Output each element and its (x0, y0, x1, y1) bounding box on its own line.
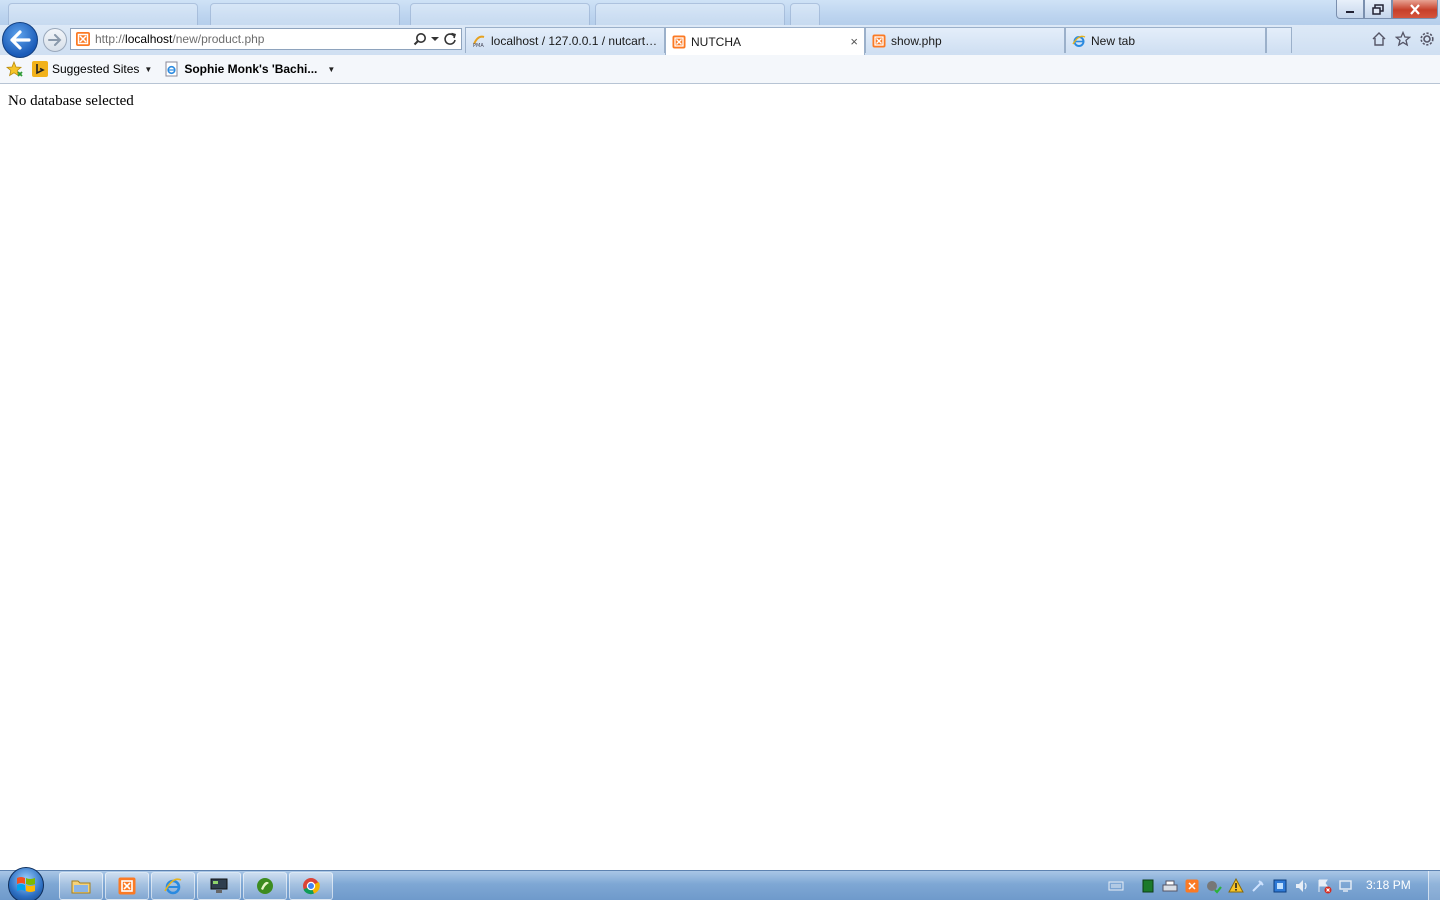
gear-icon[interactable] (1418, 30, 1436, 48)
favorite-sophie-monk[interactable]: Sophie Monk's 'Bachi... ▼ (164, 61, 335, 77)
new-tab-button[interactable] (1266, 27, 1292, 53)
monitor-icon (210, 878, 228, 893)
background-window-tab[interactable] (595, 3, 785, 25)
svg-text:PMA: PMA (473, 43, 484, 48)
xampp-icon (118, 877, 136, 895)
show-desktop-button[interactable] (1428, 871, 1440, 900)
taskbar-ie-button[interactable] (151, 872, 195, 900)
tab-label: New tab (1091, 33, 1136, 48)
xampp-icon (76, 32, 90, 46)
keyboard-icon[interactable] (1108, 878, 1124, 894)
background-window-tab[interactable] (410, 3, 590, 25)
taskbar-chrome-button[interactable] (289, 872, 333, 900)
network-icon[interactable] (1272, 878, 1288, 894)
taskbar-dreamweaver-button[interactable] (243, 872, 287, 900)
background-window-tab[interactable] (8, 3, 198, 25)
volume-icon[interactable] (1294, 878, 1310, 894)
xampp-tray-icon[interactable] (1184, 878, 1200, 894)
security-shield-icon[interactable] (1206, 878, 1222, 894)
close-tab-icon[interactable]: × (850, 34, 858, 49)
taskbar-clock[interactable]: 3:18 PM (1366, 878, 1411, 892)
tab-new-tab[interactable]: New tab (1065, 27, 1266, 53)
tab-label: show.php (891, 33, 942, 48)
tab-show-php[interactable]: show.php (865, 27, 1065, 53)
toolbar-right-icons (1370, 28, 1436, 50)
tab-label: localhost / 127.0.0.1 / nutcart /... (491, 33, 658, 48)
dropdown-arrow-icon[interactable] (431, 36, 439, 42)
action-center-icon[interactable] (1338, 878, 1354, 894)
close-icon (1410, 3, 1420, 15)
chevron-down-icon[interactable]: ▼ (144, 65, 152, 74)
favorites-star-icon[interactable] (1394, 30, 1412, 48)
phpmyadmin-icon: PMA (473, 35, 484, 48)
warning-icon[interactable] (1228, 878, 1244, 894)
favorites-bar: Suggested Sites ▼ Sophie Monk's 'Bachi..… (0, 55, 1440, 84)
restore-button[interactable] (1364, 0, 1392, 19)
printer-icon[interactable] (1162, 878, 1178, 894)
system-tray (1108, 875, 1354, 897)
background-window-tab[interactable] (210, 3, 400, 25)
error-message: No database selected (8, 93, 134, 109)
xampp-icon (672, 35, 686, 48)
taskbar-monitor-button[interactable] (197, 872, 241, 900)
arrow-right-icon (48, 34, 62, 46)
taskbar-explorer-button[interactable] (59, 872, 103, 900)
address-bar[interactable]: http://localhost/new/product.php (70, 28, 462, 50)
refresh-icon[interactable] (443, 32, 457, 46)
favorite-suggested-sites[interactable]: Suggested Sites ▼ (32, 61, 152, 77)
favorite-label: Sophie Monk's 'Bachi... (184, 62, 318, 76)
search-icon[interactable] (413, 32, 427, 46)
arrow-left-icon (10, 30, 31, 50)
add-favorite-icon[interactable] (6, 60, 24, 78)
address-tools (413, 32, 461, 46)
usb-icon[interactable] (1250, 878, 1266, 894)
favorite-label: Suggested Sites (52, 62, 140, 76)
xampp-icon (872, 34, 886, 47)
home-icon[interactable] (1370, 30, 1388, 48)
flag-error-icon[interactable] (1316, 878, 1332, 894)
url-text[interactable]: http://localhost/new/product.php (95, 32, 413, 46)
tab-phpmyadmin[interactable]: PMA localhost / 127.0.0.1 / nutcart /... (465, 27, 665, 53)
minimize-button[interactable] (1336, 0, 1364, 19)
restore-icon (1372, 3, 1384, 15)
windows-logo-icon (17, 877, 35, 892)
green-app-icon[interactable] (1140, 878, 1156, 894)
ie-page-icon (164, 61, 180, 77)
tab-label: NUTCHA (691, 34, 741, 49)
ie-icon (1072, 35, 1086, 47)
back-button[interactable] (2, 22, 38, 58)
close-window-button[interactable] (1392, 0, 1438, 19)
minimize-icon (1346, 11, 1354, 13)
bing-icon (32, 61, 48, 77)
page-content: No database selected (0, 85, 1440, 870)
folder-icon (71, 880, 91, 894)
ie-icon (164, 878, 182, 895)
window-title-band (0, 0, 1440, 27)
background-window-tab[interactable] (790, 3, 820, 25)
chevron-down-icon[interactable]: ▼ (327, 65, 335, 74)
tab-nutcha[interactable]: NUTCHA × (665, 27, 865, 55)
forward-button[interactable] (43, 28, 67, 52)
chrome-icon (303, 878, 320, 895)
window-controls (1336, 0, 1438, 19)
start-button[interactable] (8, 867, 44, 900)
dreamweaver-icon (257, 878, 273, 894)
taskbar-xampp-button[interactable] (105, 872, 149, 900)
